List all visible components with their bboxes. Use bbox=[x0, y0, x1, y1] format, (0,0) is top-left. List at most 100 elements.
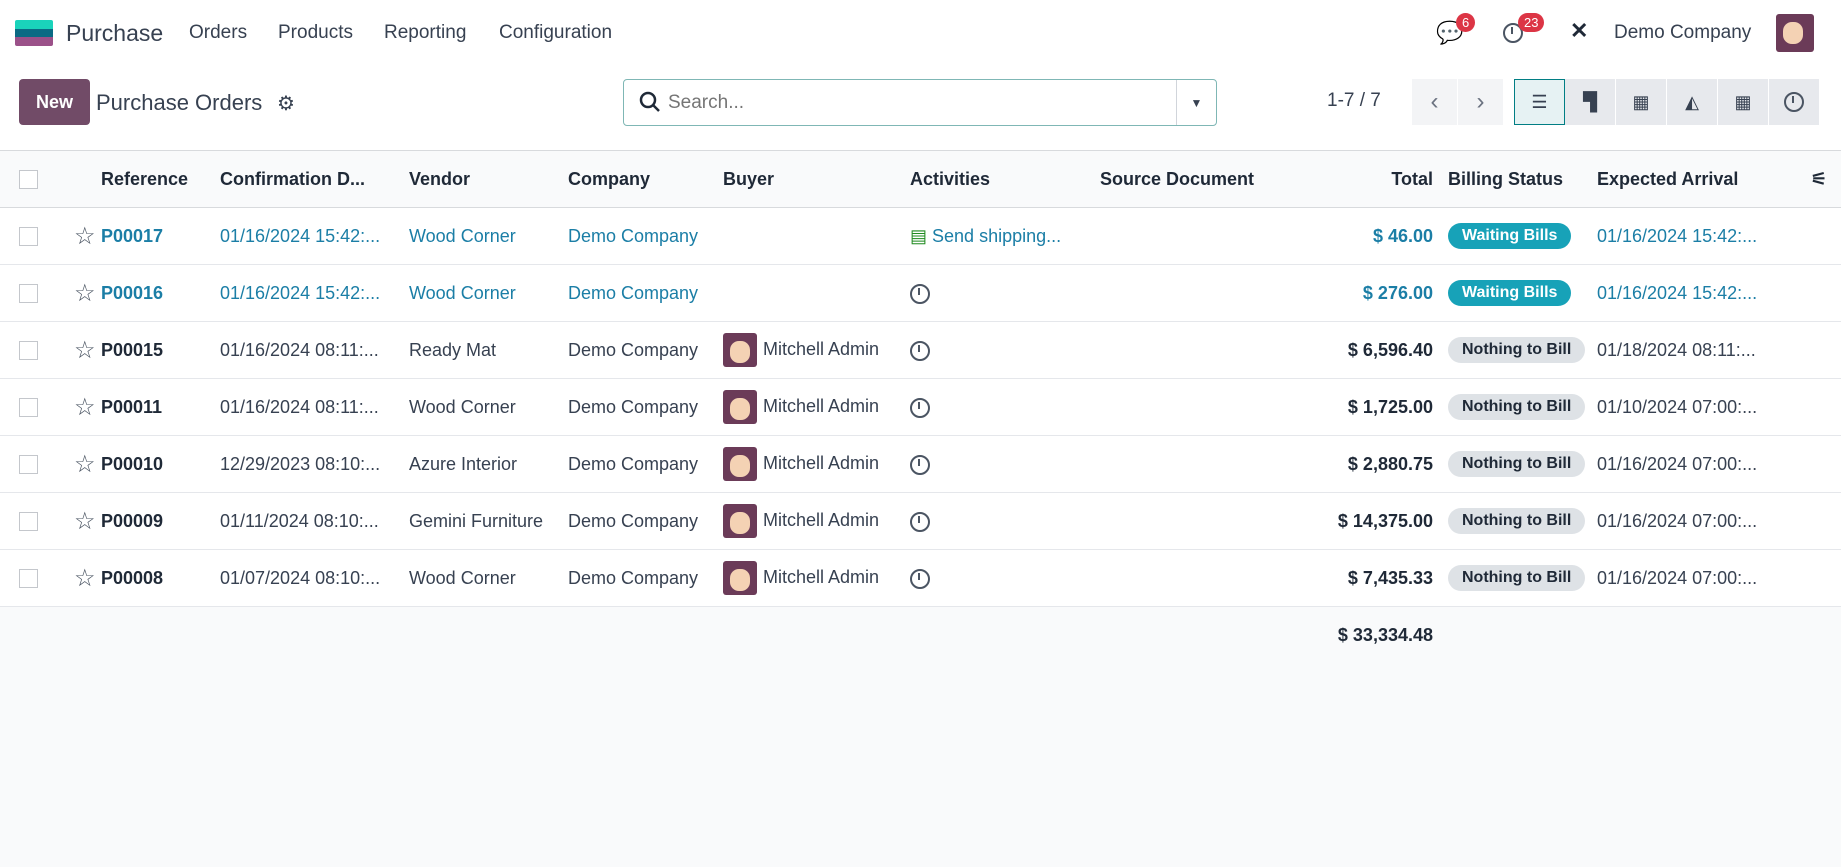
total: $ 7,435.33 bbox=[1300, 549, 1433, 607]
col-total[interactable]: Total bbox=[1300, 150, 1433, 208]
row-checkbox[interactable] bbox=[19, 227, 38, 247]
company[interactable]: Demo Company bbox=[568, 207, 723, 265]
col-company[interactable]: Company bbox=[568, 150, 723, 208]
debug-tools-icon[interactable]: ✕ bbox=[1570, 18, 1588, 44]
row-checkbox[interactable] bbox=[19, 284, 38, 304]
col-activities[interactable]: Activities bbox=[910, 150, 1100, 208]
billing-status-badge: Nothing to Bill bbox=[1448, 337, 1586, 363]
col-confirmation-date[interactable]: Confirmation D... bbox=[220, 150, 409, 208]
row-checkbox[interactable] bbox=[19, 512, 38, 532]
col-source-document[interactable]: Source Document bbox=[1100, 150, 1300, 208]
view-kanban[interactable]: ▜ bbox=[1565, 79, 1616, 125]
table-row[interactable]: ☆ P00011 01/16/2024 08:11:... Wood Corne… bbox=[0, 378, 1841, 436]
favorite-star-icon[interactable]: ☆ bbox=[74, 492, 101, 550]
source-document bbox=[1100, 378, 1300, 436]
table-row[interactable]: ☆ P00017 01/16/2024 15:42:... Wood Corne… bbox=[0, 207, 1841, 265]
table-row[interactable]: ☆ P00016 01/16/2024 15:42:... Wood Corne… bbox=[0, 264, 1841, 322]
confirmation-date: 01/07/2024 08:10:... bbox=[220, 549, 409, 607]
billing-status-badge: Nothing to Bill bbox=[1448, 565, 1586, 591]
expected-arrival: 01/16/2024 07:00:... bbox=[1597, 492, 1797, 550]
pager-value[interactable]: 1-7 / 7 bbox=[1327, 90, 1381, 112]
buyer-avatar bbox=[723, 447, 757, 481]
favorite-star-icon[interactable]: ☆ bbox=[74, 435, 101, 493]
menu-configuration[interactable]: Configuration bbox=[499, 22, 612, 44]
activity-clock-icon[interactable] bbox=[910, 511, 930, 532]
company[interactable]: Demo Company bbox=[568, 264, 723, 322]
activities-count: 23 bbox=[1518, 13, 1545, 32]
view-calendar[interactable]: ▦ bbox=[1718, 79, 1769, 125]
col-billing-status[interactable]: Billing Status bbox=[1433, 150, 1597, 208]
row-checkbox[interactable] bbox=[19, 455, 38, 475]
favorite-star-icon[interactable]: ☆ bbox=[74, 549, 101, 607]
col-reference[interactable]: Reference bbox=[101, 150, 220, 208]
menu-products[interactable]: Products bbox=[278, 22, 353, 44]
activity-summary[interactable]: Send shipping... bbox=[932, 226, 1061, 246]
billing-status-badge: Nothing to Bill bbox=[1448, 508, 1586, 534]
activity-clock-icon[interactable] bbox=[910, 568, 930, 589]
source-document bbox=[1100, 207, 1300, 265]
confirmation-date: 01/16/2024 08:11:... bbox=[220, 378, 409, 436]
favorite-star-icon[interactable]: ☆ bbox=[74, 321, 101, 379]
expected-arrival: 01/16/2024 07:00:... bbox=[1597, 435, 1797, 493]
billing-status-badge: Waiting Bills bbox=[1448, 223, 1572, 249]
table-row[interactable]: ☆ P00010 12/29/2023 08:10:... Azure Inte… bbox=[0, 435, 1841, 493]
activity-clock-icon[interactable] bbox=[910, 340, 930, 361]
caret-down-icon: ▼ bbox=[1190, 95, 1203, 110]
source-document bbox=[1100, 492, 1300, 550]
control-panel: New Purchase Orders ⚙ ▼ 1-7 / 7 ‹ › ☰ ▜ … bbox=[0, 66, 1841, 150]
source-document bbox=[1100, 321, 1300, 379]
view-pivot[interactable]: ▦ bbox=[1616, 79, 1667, 125]
row-checkbox[interactable] bbox=[19, 398, 38, 418]
table-row[interactable]: ☆ P00009 01/11/2024 08:10:... Gemini Fur… bbox=[0, 492, 1841, 550]
activity-clock-icon[interactable] bbox=[910, 397, 930, 418]
pager-next[interactable]: › bbox=[1458, 79, 1504, 125]
gear-icon[interactable]: ⚙ bbox=[277, 91, 295, 116]
kanban-icon: ▜ bbox=[1583, 91, 1597, 112]
area-chart-icon: ◭ bbox=[1685, 91, 1699, 112]
menu-orders[interactable]: Orders bbox=[189, 22, 247, 44]
expected-arrival: 01/16/2024 15:42:... bbox=[1597, 264, 1797, 322]
activity-list-icon: ▤ bbox=[910, 225, 928, 246]
favorite-star-icon[interactable]: ☆ bbox=[74, 378, 101, 436]
view-list[interactable]: ☰ bbox=[1514, 79, 1565, 125]
favorite-star-icon[interactable]: ☆ bbox=[74, 264, 101, 322]
company: Demo Company bbox=[568, 492, 723, 550]
reference: P00017 bbox=[101, 207, 220, 265]
page-title: Purchase Orders bbox=[96, 90, 263, 115]
view-graph[interactable]: ◭ bbox=[1667, 79, 1718, 125]
user-avatar[interactable] bbox=[1776, 14, 1814, 52]
reference: P00011 bbox=[101, 378, 220, 436]
pager-previous[interactable]: ‹ bbox=[1412, 79, 1458, 125]
expected-arrival: 01/16/2024 15:42:... bbox=[1597, 207, 1797, 265]
vendor[interactable]: Wood Corner bbox=[409, 264, 568, 322]
app-name[interactable]: Purchase bbox=[66, 20, 163, 47]
vendor: Wood Corner bbox=[409, 549, 568, 607]
col-vendor[interactable]: Vendor bbox=[409, 150, 568, 208]
purchase-app-logo[interactable] bbox=[15, 20, 53, 46]
menu-reporting[interactable]: Reporting bbox=[384, 22, 466, 44]
vendor[interactable]: Wood Corner bbox=[409, 207, 568, 265]
col-buyer[interactable]: Buyer bbox=[723, 150, 910, 208]
confirmation-date: 01/16/2024 08:11:... bbox=[220, 321, 409, 379]
search-options-toggle[interactable]: ▼ bbox=[1176, 80, 1216, 125]
search-input[interactable] bbox=[668, 89, 1148, 117]
view-activity[interactable] bbox=[1769, 79, 1820, 125]
total: $ 1,725.00 bbox=[1300, 378, 1433, 436]
row-checkbox[interactable] bbox=[19, 569, 38, 589]
optional-columns-icon[interactable]: ⚟ bbox=[1797, 150, 1841, 208]
reference: P00016 bbox=[101, 264, 220, 322]
new-button[interactable]: New bbox=[19, 79, 90, 125]
favorite-star-icon[interactable]: ☆ bbox=[74, 207, 101, 265]
table-row[interactable]: ☆ P00015 01/16/2024 08:11:... Ready Mat … bbox=[0, 321, 1841, 379]
row-checkbox[interactable] bbox=[19, 341, 38, 361]
activity-clock-icon[interactable] bbox=[910, 454, 930, 475]
select-all-checkbox[interactable] bbox=[19, 170, 38, 190]
grand-total: $ 33,334.48 bbox=[1337, 624, 1433, 645]
total: $ 46.00 bbox=[1300, 207, 1433, 265]
activity-clock-icon[interactable] bbox=[910, 283, 930, 304]
buyer: Mitchell Admin bbox=[763, 509, 880, 530]
company-switcher[interactable]: Demo Company bbox=[1614, 22, 1751, 44]
buyer-avatar bbox=[723, 561, 757, 595]
col-expected-arrival[interactable]: Expected Arrival bbox=[1597, 150, 1797, 208]
table-row[interactable]: ☆ P00008 01/07/2024 08:10:... Wood Corne… bbox=[0, 549, 1841, 607]
